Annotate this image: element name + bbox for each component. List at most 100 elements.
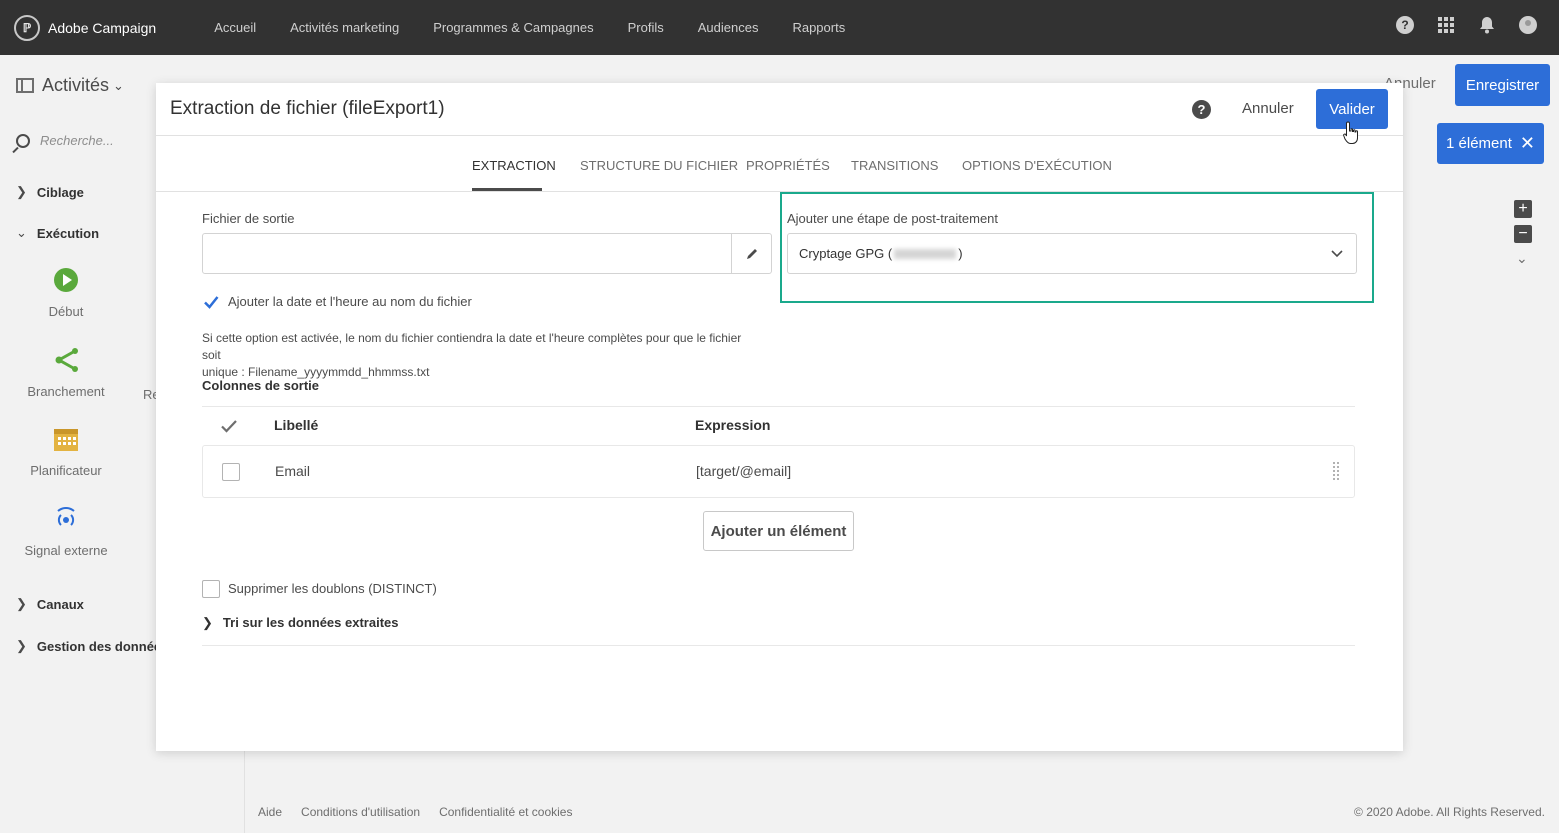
chevron-down-icon (1331, 250, 1343, 258)
add-date-help-text: Si cette option est activée, le nom du f… (202, 330, 762, 381)
brand[interactable]: ℙ Adobe Campaign (14, 14, 157, 41)
search-icon (16, 133, 30, 148)
sort-label: Tri sur les données extraites (222, 615, 399, 630)
user-avatar-icon[interactable] (1519, 16, 1537, 34)
top-navigation: ℙ Adobe Campaign Accueil Activités marke… (0, 0, 1559, 55)
chevron-right-icon: ❯ (16, 596, 27, 611)
nav-item-profils[interactable]: Profils (628, 20, 664, 35)
section-label: Exécution (36, 225, 100, 241)
sort-extracted-data-expander[interactable]: ❯ Tri sur les données extraites (202, 615, 1355, 646)
nav-right-tools: ? (1373, 16, 1537, 34)
columns-table-header: Libellé Expression (202, 406, 1355, 444)
tile-label: Début (48, 304, 84, 319)
add-date-checkbox[interactable] (202, 293, 220, 311)
pencil-icon (746, 248, 757, 259)
drag-handle-icon[interactable] (1332, 461, 1340, 481)
activity-tile-planificateur[interactable]: Planificateur (11, 425, 121, 478)
edit-pencil-button[interactable] (731, 234, 771, 273)
active-tab-indicator (472, 188, 542, 191)
bell-icon[interactable] (1478, 16, 1496, 34)
file-extraction-dialog: Extraction de fichier (fileExport1) ? An… (156, 83, 1403, 751)
tab-extraction[interactable]: EXTRACTION (472, 158, 556, 173)
copyright: © 2020 Adobe. All Rights Reserved. (1354, 804, 1545, 819)
post-processing-select[interactable]: Cryptage GPG ( ) (787, 233, 1357, 274)
cancel-button[interactable]: Annuler (1242, 100, 1294, 117)
tab-proprietes[interactable]: PROPRIÉTÉS (746, 158, 830, 173)
sidebar-search[interactable]: Recherche... (16, 133, 114, 148)
brand-name: Adobe Campaign (48, 19, 157, 36)
activities-title-text: Activités (42, 75, 110, 95)
activities-panel-title[interactable]: Activités ⌄ (16, 75, 124, 96)
output-file-label: Fichier de sortie (202, 211, 295, 226)
tile-label: Signal externe (24, 543, 108, 558)
chevron-down-icon: ⌄ (16, 225, 27, 240)
column-header-expression: Expression (695, 417, 771, 433)
zoom-out-icon[interactable]: − (1514, 225, 1532, 243)
tile-label: Planificateur (30, 463, 102, 478)
search-placeholder: Recherche... (40, 133, 114, 148)
sidebar-section-ciblage[interactable]: ❯ Ciblage (16, 184, 84, 200)
nav-item-accueil[interactable]: Accueil (214, 20, 256, 35)
help-icon[interactable]: ? (1192, 100, 1211, 119)
selection-badge[interactable]: 1 élément ✕ (1437, 123, 1544, 164)
output-columns-label: Colonnes de sortie (202, 378, 320, 393)
blurred-key-id (894, 248, 957, 259)
add-element-button[interactable]: Ajouter un élément (703, 511, 854, 551)
nav-item-activites-marketing[interactable]: Activités marketing (290, 20, 399, 35)
sidebar-section-execution[interactable]: ⌄ Exécution (16, 225, 99, 241)
chevron-down-icon: ⌄ (113, 77, 124, 93)
activity-tile-signal-externe[interactable]: Signal externe (11, 505, 121, 558)
dialog-tabs: EXTRACTION STRUCTURE DU FICHIER PROPRIÉT… (156, 136, 1403, 192)
chevron-right-icon: ❯ (16, 184, 27, 199)
section-label: Ciblage (36, 184, 84, 200)
dialog-header: Extraction de fichier (fileExport1) ? An… (156, 83, 1403, 144)
footer-link-conditions[interactable]: Conditions d'utilisation (301, 805, 420, 819)
select-value-suffix: ) (958, 246, 963, 261)
column-header-libelle: Libellé (274, 417, 319, 433)
adobe-campaign-logo-icon: ℙ (14, 14, 40, 41)
chevron-down-icon[interactable]: ⌄ (1516, 250, 1528, 267)
start-play-icon (11, 266, 121, 294)
sidebar-section-canaux[interactable]: ❯ Canaux (16, 596, 84, 612)
table-row[interactable]: Email [target/@email] (202, 445, 1355, 498)
output-file-field[interactable] (202, 233, 772, 274)
distinct-checkbox[interactable] (202, 580, 220, 598)
checkmark-icon (204, 296, 219, 309)
nav-item-rapports[interactable]: Rapports (792, 20, 845, 35)
nav-item-audiences[interactable]: Audiences (698, 20, 759, 35)
section-label: Canaux (36, 596, 84, 612)
branch-icon (11, 346, 121, 374)
page-footer: Aide Conditions d'utilisation Confidenti… (0, 790, 1559, 833)
row-checkbox[interactable] (222, 463, 240, 481)
select-value-prefix: Cryptage GPG ( (799, 246, 893, 261)
main-nav: Accueil Activités marketing Programmes &… (214, 20, 879, 35)
help-text-line: Si cette option est activée, le nom du f… (202, 331, 742, 362)
chevron-right-icon: ❯ (16, 638, 27, 653)
zoom-in-icon[interactable]: + (1514, 200, 1532, 218)
add-date-label: Ajouter la date et l'heure au nom du fic… (228, 294, 472, 309)
tile-label: Branchement (27, 384, 105, 399)
row-label: Email (275, 463, 311, 479)
post-processing-label: Ajouter une étape de post-traitement (787, 211, 999, 226)
calendar-icon (11, 425, 121, 453)
panel-icon (16, 78, 34, 93)
help-icon[interactable]: ? (1396, 16, 1414, 34)
close-icon[interactable]: ✕ (1520, 133, 1535, 154)
apps-grid-icon[interactable] (1437, 16, 1455, 34)
workflow-save-button[interactable]: Enregistrer (1455, 64, 1550, 106)
dialog-title: Extraction de fichier (fileExport1) (170, 98, 445, 119)
select-all-check-icon[interactable] (220, 418, 238, 434)
tab-options-execution[interactable]: OPTIONS D'EXÉCUTION (962, 158, 1112, 173)
chevron-right-icon: ❯ (202, 615, 213, 630)
tab-structure-fichier[interactable]: STRUCTURE DU FICHIER (580, 158, 738, 173)
activity-tile-debut[interactable]: Début (11, 266, 121, 319)
distinct-label: Supprimer les doublons (DISTINCT) (228, 581, 437, 596)
signal-icon (11, 505, 121, 533)
nav-item-programmes-campagnes[interactable]: Programmes & Campagnes (433, 20, 593, 35)
footer-link-aide[interactable]: Aide (258, 805, 282, 819)
footer-link-confidentialite[interactable]: Confidentialité et cookies (439, 805, 572, 819)
activity-tile-branchement[interactable]: Branchement (11, 346, 121, 399)
row-expression: [target/@email] (696, 463, 792, 479)
tab-transitions[interactable]: TRANSITIONS (851, 158, 938, 173)
selection-badge-text: 1 élément (1446, 135, 1512, 152)
